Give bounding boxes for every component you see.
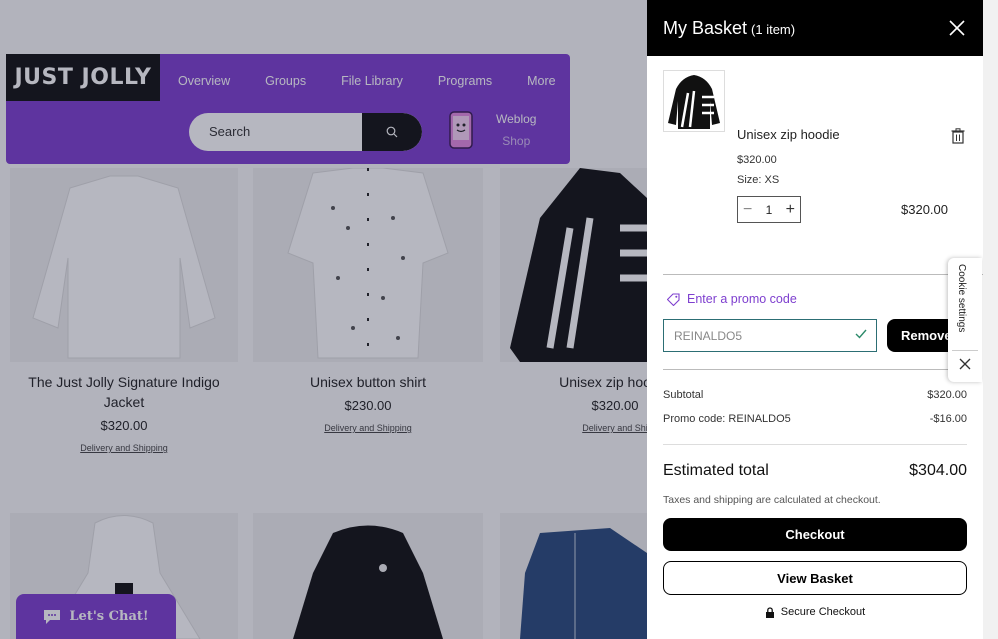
item-size: Size: XS (737, 174, 780, 186)
secure-checkout: Secure Checkout (647, 606, 983, 618)
divider (663, 369, 967, 370)
promo-code-label: Enter a promo code (687, 292, 797, 306)
hoodie-thumbnail (668, 75, 720, 129)
scrollbar[interactable] (983, 0, 998, 639)
close-icon[interactable] (959, 358, 971, 370)
promo-row: Promo code: REINALDO5 -$16.00 (663, 413, 967, 425)
promo-code-field[interactable]: REINALDO5 (663, 319, 877, 352)
trash-icon[interactable] (951, 128, 965, 144)
cookie-settings-tab[interactable]: Cookie settings (948, 258, 982, 382)
decrease-quantity-button[interactable]: − (743, 201, 752, 218)
increase-quantity-button[interactable]: + (786, 201, 795, 218)
estimated-total-label: Estimated total (663, 462, 769, 479)
tag-icon (667, 292, 680, 306)
divider (663, 444, 967, 445)
estimated-total-value: $304.00 (909, 462, 967, 479)
basket-item: Unisex zip hoodie $320.00 Size: XS − 1 +… (647, 56, 983, 256)
basket-count: (1 item) (751, 22, 796, 37)
item-total: $320.00 (901, 202, 948, 217)
divider (952, 350, 978, 351)
basket-title: My Basket (663, 17, 748, 38)
item-name[interactable]: Unisex zip hoodie (737, 127, 840, 142)
promo-discount-value: -$16.00 (929, 413, 967, 425)
subtotal-value: $320.00 (927, 389, 967, 401)
view-basket-button[interactable]: View Basket (663, 561, 967, 595)
secure-checkout-label: Secure Checkout (780, 606, 866, 618)
promo-applied-label: Promo code: REINALDO5 (663, 413, 791, 425)
promo-code-value: REINALDO5 (674, 329, 743, 343)
subtotal-label: Subtotal (663, 389, 704, 401)
quantity-stepper: − 1 + (737, 196, 801, 223)
taxes-note: Taxes and shipping are calculated at che… (663, 494, 881, 506)
lock-icon (765, 606, 774, 618)
basket-header: My Basket (1 item) (647, 0, 983, 56)
quantity-value[interactable]: 1 (766, 203, 773, 217)
cookie-settings-label: Cookie settings (956, 264, 967, 333)
item-price: $320.00 (737, 154, 777, 166)
basket-drawer: My Basket (1 item) Unisex zip hoodie $32… (647, 0, 983, 639)
promo-code-link[interactable]: Enter a promo code (667, 292, 797, 306)
item-thumbnail[interactable] (663, 70, 725, 132)
divider (663, 274, 983, 275)
estimated-total-row: Estimated total $304.00 (663, 462, 967, 480)
check-icon (855, 329, 867, 339)
subtotal-row: Subtotal $320.00 (663, 389, 967, 401)
close-icon[interactable] (947, 18, 967, 38)
checkout-button[interactable]: Checkout (663, 518, 967, 551)
